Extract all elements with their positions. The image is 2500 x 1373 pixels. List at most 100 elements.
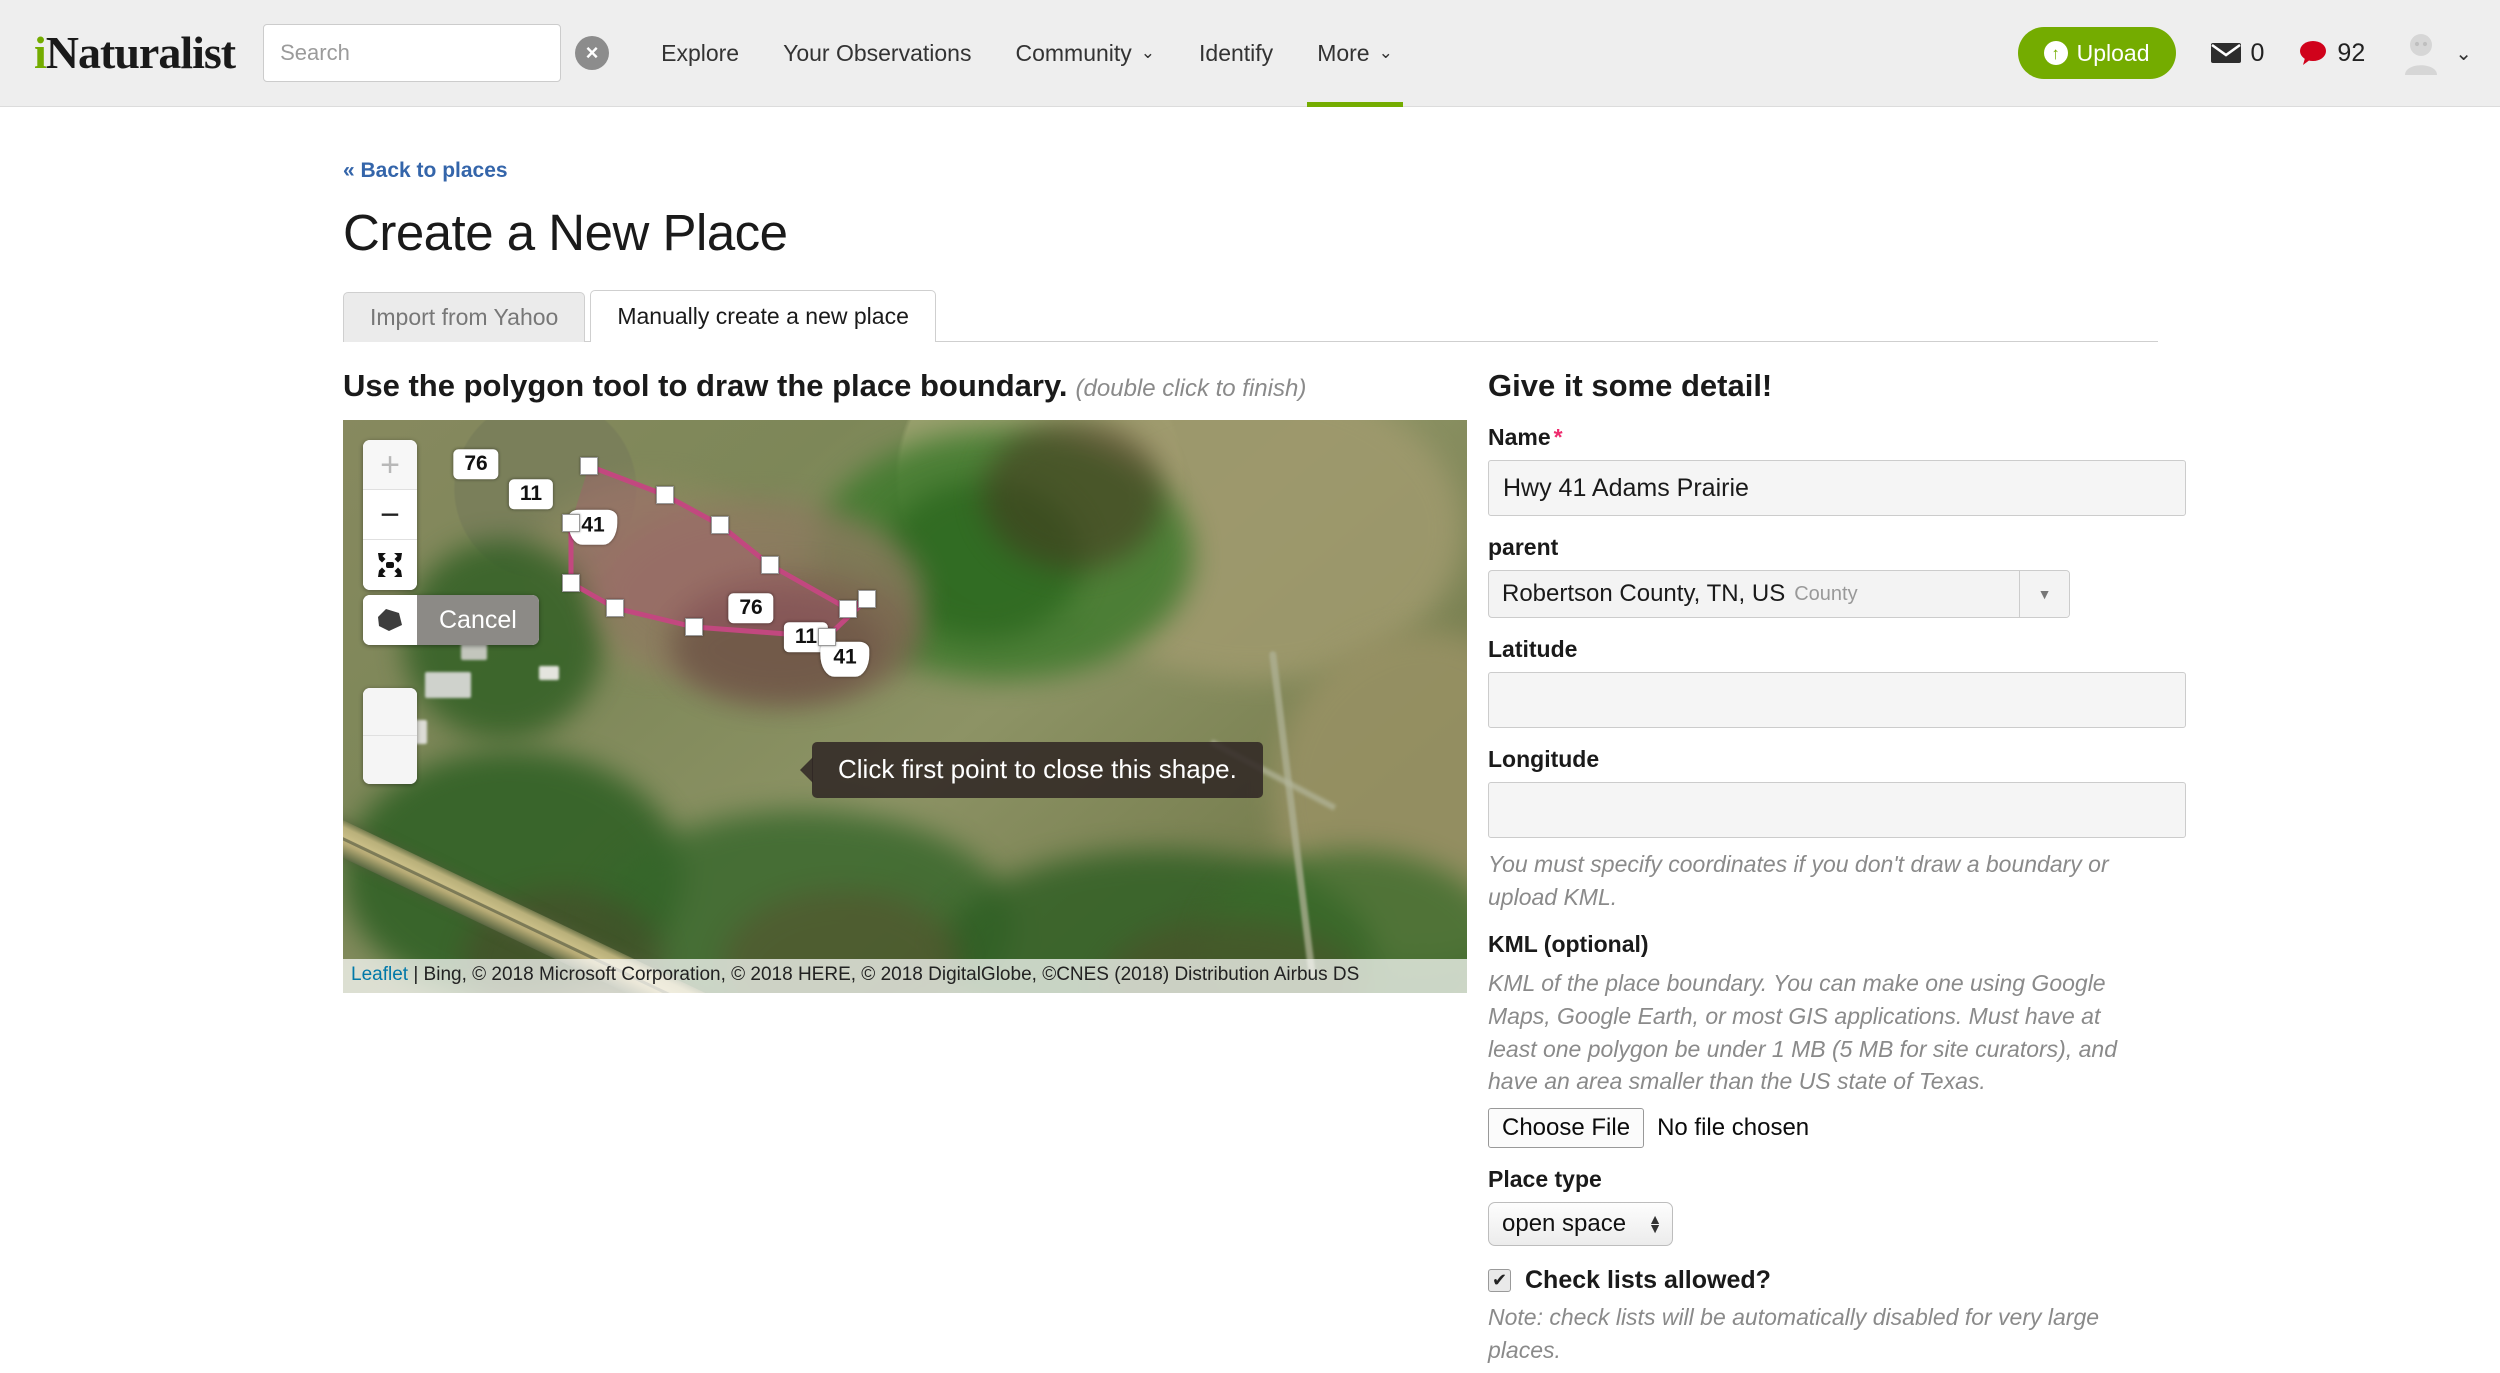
chevron-down-icon: ⌄ (1140, 43, 1156, 62)
avatar (2399, 31, 2443, 75)
back-to-places-link[interactable]: « Back to places (343, 159, 508, 183)
upload-arrow-icon: ↑ (2043, 41, 2068, 65)
parent-value-subtype: County (1794, 582, 1858, 605)
messages-count: 0 (2250, 38, 2265, 67)
nav-your-observations[interactable]: Your Observations (761, 0, 993, 107)
check-lists-row: ✔ Check lists allowed? (1488, 1266, 2186, 1295)
two-column-layout: Use the polygon tool to draw the place b… (343, 368, 2500, 1366)
chevron-down-icon: ⌄ (1378, 43, 1393, 62)
nav-more[interactable]: More ⌄ (1295, 0, 1415, 107)
nav-explore[interactable]: Explore (639, 0, 761, 107)
name-field-group: Name * (1488, 424, 2186, 516)
no-file-chosen-label: No file chosen (1657, 1113, 1810, 1141)
parent-select[interactable]: Robertson County, TN, US County ▼ (1488, 570, 2070, 618)
inaturalist-logo[interactable]: iNaturalist (34, 27, 236, 78)
header-right-actions: ↑ Upload 0 92 ⌄ (2017, 27, 2472, 79)
nav-your-observations-label: Your Observations (783, 39, 972, 66)
parent-select-value: Robertson County, TN, US County (1489, 571, 2019, 617)
upload-label: Upload (2076, 39, 2150, 66)
latitude-input[interactable] (1488, 672, 2186, 728)
polygon-vertex[interactable] (858, 590, 876, 608)
latitude-label: Latitude (1488, 636, 1578, 662)
tab-manually-create-label: Manually create a new place (617, 303, 909, 329)
polygon-vertex[interactable] (562, 514, 580, 532)
site-header: iNaturalist × Explore Your Observations … (0, 0, 2500, 107)
check-lists-checkbox[interactable]: ✔ (1488, 1268, 1511, 1292)
place-type-value: open space (1502, 1209, 1627, 1237)
chevron-down-icon: ⌄ (2455, 42, 2472, 65)
kml-help-text: KML of the place boundary. You can make … (1488, 970, 2117, 1095)
main-navigation: Explore Your Observations Community ⌄ Id… (639, 0, 1415, 107)
name-label-text: Name (1488, 424, 1551, 450)
parent-value-text: Robertson County, TN, US (1502, 580, 1786, 607)
tab-bar: Import from Yahoo Manually create a new … (343, 290, 2158, 342)
upload-button[interactable]: ↑ Upload (2017, 27, 2176, 79)
attribution-separator: | (408, 964, 424, 986)
polygon-vertex[interactable] (606, 599, 624, 617)
place-type-select[interactable]: open space ▲ ▼ (1488, 1201, 1673, 1246)
tab-manually-create[interactable]: Manually create a new place (590, 290, 936, 342)
polygon-vertex[interactable] (685, 618, 703, 636)
check-lists-label: Check lists allowed? (1525, 1265, 1771, 1294)
tab-import-from-yahoo-label: Import from Yahoo (370, 304, 559, 330)
logo-leaf-i: i (34, 27, 47, 78)
envelope-icon (2210, 43, 2241, 63)
parent-label: parent (1488, 534, 1559, 560)
detail-form-column: Give it some detail! Name* parent Robert… (1488, 368, 2186, 1366)
draw-tooltip: Click first point to close this shape. (812, 742, 1263, 798)
longitude-label: Longitude (1488, 746, 1600, 772)
messages-counter[interactable]: 0 (2210, 38, 2265, 68)
check-lists-note: Note: check lists will be automatically … (1488, 1303, 2100, 1363)
polygon-vertex[interactable] (580, 457, 598, 475)
search-input[interactable] (263, 24, 562, 82)
place-type-label: Place type (1488, 1165, 1602, 1192)
fullscreen-icon[interactable] (363, 540, 417, 590)
nav-identify[interactable]: Identify (1177, 0, 1295, 107)
notifications-counter[interactable]: 92 (2298, 39, 2365, 68)
place-type-field-group: Place type open space ▲ ▼ (1488, 1166, 2186, 1246)
polygon-icon[interactable] (363, 595, 417, 645)
choose-file-button[interactable]: Choose File (1488, 1107, 1645, 1148)
leaflet-link[interactable]: Leaflet (351, 964, 408, 985)
polygon-vertex[interactable] (818, 628, 836, 646)
longitude-input[interactable] (1488, 782, 2186, 838)
map-instruction: Use the polygon tool to draw the place b… (343, 368, 1467, 404)
nav-community[interactable]: Community ⌄ (993, 0, 1177, 107)
leaflet-map[interactable]: + − Cancel 76 11 41 76 11 41 Click first… (343, 420, 1467, 993)
user-menu[interactable]: ⌄ (2399, 31, 2472, 75)
zoom-controls: + − (363, 440, 417, 590)
required-marker: * (1553, 424, 1563, 450)
polygon-vertex[interactable] (562, 574, 580, 592)
coordinates-help-text: You must specify coordinates if you don'… (1488, 851, 2109, 910)
highway-shield: 76 (453, 449, 499, 479)
highway-shield: 11 (508, 479, 554, 509)
polygon-vertex[interactable] (839, 600, 857, 618)
chevron-down-icon[interactable]: ▼ (2019, 571, 2069, 617)
highway-shield: 76 (728, 593, 774, 623)
longitude-field-group: Longitude You must specify coordinates i… (1488, 746, 2186, 913)
content-container: « Back to places Create a New Place Impo… (0, 107, 2500, 1366)
polygon-vertex[interactable] (711, 516, 729, 534)
logo-text: Naturalist (45, 27, 236, 78)
delete-layers-button[interactable] (363, 736, 417, 784)
map-column: Use the polygon tool to draw the place b… (343, 368, 1467, 1366)
zoom-in-button[interactable]: + (363, 440, 417, 490)
attribution-text: Bing, © 2018 Microsoft Corporation, © 20… (423, 964, 1360, 986)
search-area: × (263, 24, 610, 82)
tab-import-from-yahoo[interactable]: Import from Yahoo (343, 292, 586, 342)
nav-explore-label: Explore (661, 39, 740, 66)
nav-more-label: More (1317, 39, 1370, 66)
comment-bubble-icon (2300, 41, 2327, 65)
latitude-field-group: Latitude (1488, 636, 2186, 728)
zoom-out-button[interactable]: − (363, 490, 417, 540)
edit-layers-button[interactable] (363, 688, 417, 736)
clear-search-icon[interactable]: × (575, 36, 610, 70)
cancel-draw-button[interactable]: Cancel (417, 595, 539, 645)
parent-field-group: parent Robertson County, TN, US County ▼ (1488, 534, 2186, 618)
highway-shield: 41 (820, 641, 870, 677)
name-input[interactable] (1488, 460, 2186, 516)
polygon-vertex[interactable] (656, 486, 674, 504)
nav-identify-label: Identify (1199, 39, 1274, 66)
polygon-vertex[interactable] (761, 556, 779, 574)
name-label: Name * (1488, 424, 2186, 451)
